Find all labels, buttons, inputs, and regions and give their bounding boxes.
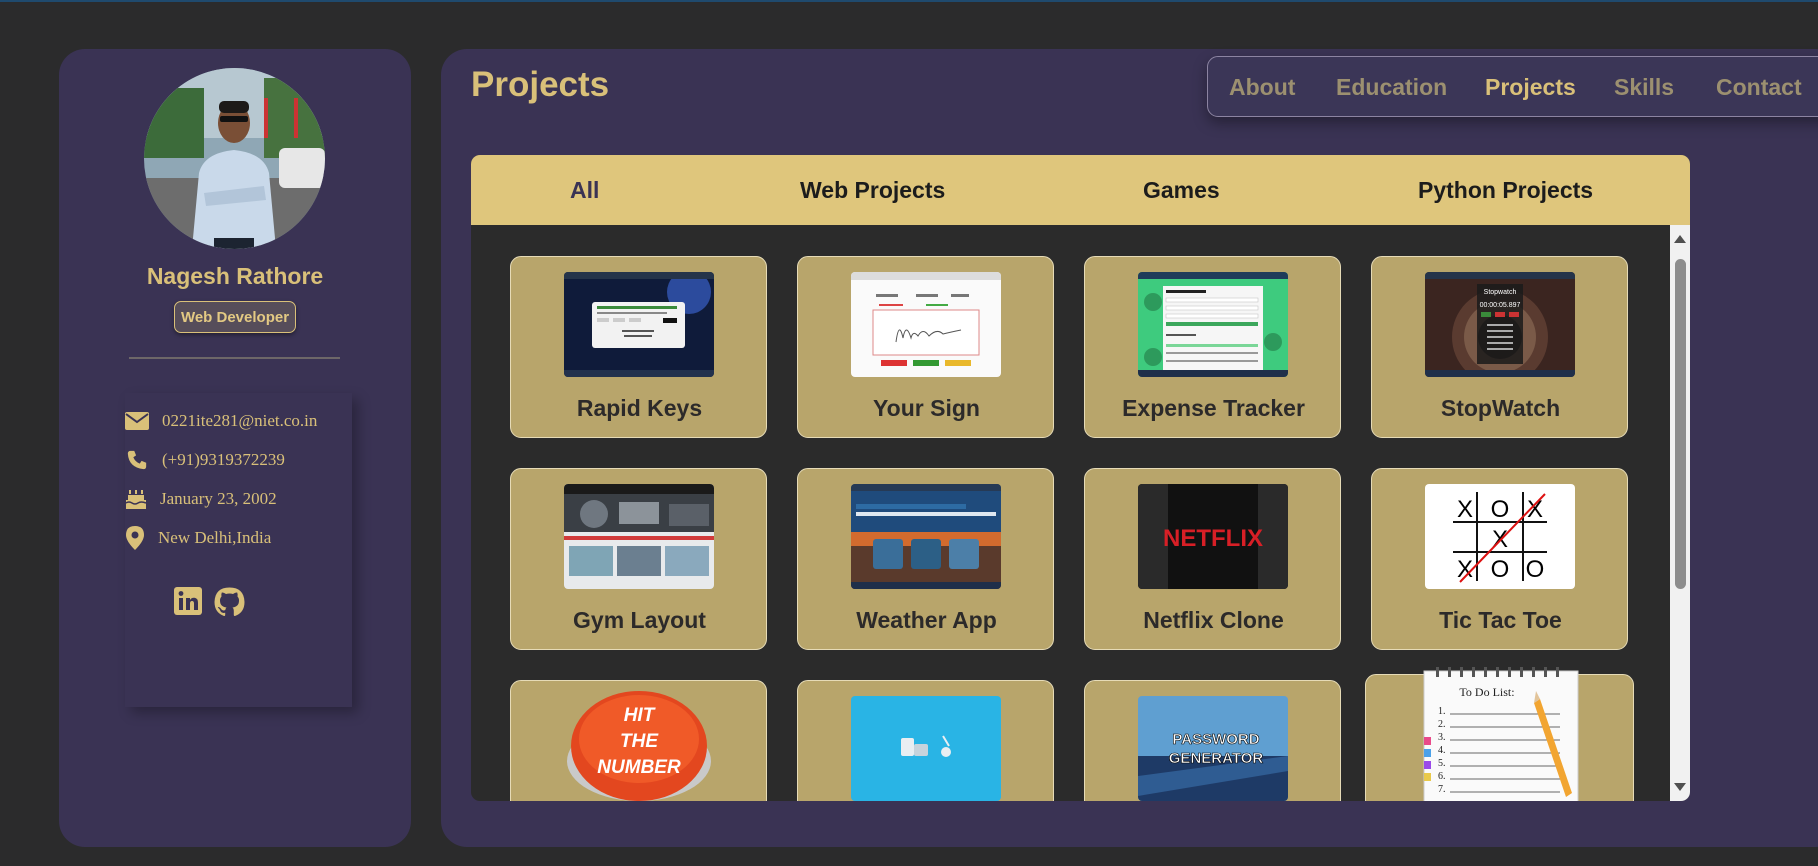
project-title: Netflix Clone <box>1143 607 1284 633</box>
phone-icon <box>127 450 147 470</box>
nav-about[interactable]: About <box>1229 74 1295 101</box>
profile-name: Nagesh Rathore <box>146 263 324 289</box>
contact-info-box: 0221ite281@niet.co.in (+91)9319372239 Ja… <box>125 393 352 707</box>
project-card-hit-the-number[interactable]: HIT THE NUMBER <box>510 680 767 801</box>
todo-title-text: To Do List: <box>1459 685 1514 699</box>
netflix-clone-thumbnail: NETFLIX <box>1138 484 1288 589</box>
todo-number: 7. <box>1438 784 1446 795</box>
todo-number: 5. <box>1438 758 1446 769</box>
project-card-weather-app[interactable]: Weather App <box>797 468 1054 650</box>
tab-all[interactable]: All <box>570 177 599 204</box>
project-title: Gym Layout <box>573 607 706 633</box>
netflix-logo-text: NETFLIX <box>1163 525 1263 552</box>
nav-projects[interactable]: Projects <box>1485 74 1576 101</box>
mail-icon <box>125 412 149 430</box>
scroll-down-arrow[interactable] <box>1674 783 1686 791</box>
weather-app-thumbnail <box>851 484 1001 589</box>
gym-layout-thumbnail <box>564 484 714 589</box>
todo-number: 3. <box>1438 732 1446 743</box>
project-card-python-app[interactable] <box>797 680 1054 801</box>
window-top-border <box>0 0 1818 2</box>
tab-games[interactable]: Games <box>1143 177 1220 204</box>
project-title: StopWatch <box>1440 395 1561 421</box>
nav-contact[interactable]: Contact <box>1716 74 1802 101</box>
project-card-your-sign[interactable]: Your Sign <box>797 256 1054 438</box>
page-title: Projects <box>471 65 610 104</box>
project-card-rapid-keys[interactable]: Rapid Keys <box>510 256 767 438</box>
filter-tabs: All Web Projects Games Python Projects <box>471 155 1690 225</box>
top-navigation: About Education Projects Skills Contact <box>1207 56 1818 117</box>
generator-text: GENERATOR <box>1169 750 1264 767</box>
contact-phone[interactable]: (+91)9319372239 <box>125 446 285 474</box>
contact-phone-text: (+91)9319372239 <box>162 450 285 469</box>
contact-location-text: New Delhi,India <box>158 528 272 547</box>
contact-birthday: January 23, 2002 <box>125 485 277 513</box>
tic-tac-toe-thumbnail: X O X X X O O <box>1425 484 1575 589</box>
expense-tracker-thumbnail <box>1138 272 1288 377</box>
stopwatch-thumbnail: Stopwatch 00:00:05.897 <box>1425 272 1575 377</box>
hit-the-number-thumbnail: HIT THE NUMBER <box>564 691 714 801</box>
todo-number: 2. <box>1438 719 1446 730</box>
project-title: Tic Tac Toe <box>1439 607 1562 633</box>
birthday-cake-icon <box>125 490 147 509</box>
project-card-tic-tac-toe[interactable]: X O X X X O O Tic Tac Toe <box>1371 468 1628 650</box>
projects-panel: Projects About Education Projects Skills… <box>441 49 1818 847</box>
contact-email-text: 0221ite281@niet.co.in <box>162 411 318 430</box>
project-card-stopwatch[interactable]: Stopwatch 00:00:05.897 StopWatch <box>1371 256 1628 438</box>
project-title: Weather App <box>856 607 997 633</box>
contact-email[interactable]: 0221ite281@niet.co.in <box>125 407 317 435</box>
project-title: Your Sign <box>873 395 980 421</box>
number-text: NUMBER <box>597 757 681 778</box>
project-card-netflix-clone[interactable]: NETFLIX Netflix Clone <box>1084 468 1341 650</box>
project-title: Rapid Keys <box>576 395 703 421</box>
avatar <box>144 68 325 249</box>
projects-content: All Web Projects Games Python Projects R… <box>471 155 1690 801</box>
nav-skills[interactable]: Skills <box>1614 74 1674 101</box>
svg-text:O: O <box>1526 556 1545 583</box>
role-badge: Web Developer <box>174 301 296 333</box>
svg-text:X: X <box>1457 556 1473 583</box>
the-text: THE <box>620 731 659 752</box>
stopwatch-time-text: 00:00:05.897 <box>1480 302 1521 309</box>
nav-education[interactable]: Education <box>1336 74 1447 101</box>
scroll-up-arrow[interactable] <box>1674 235 1686 243</box>
profile-sidebar: Nagesh Rathore Web Developer 0221ite281@… <box>59 49 411 847</box>
tab-web-projects[interactable]: Web Projects <box>800 177 945 204</box>
tab-python-projects[interactable]: Python Projects <box>1418 177 1593 204</box>
todo-list-thumbnail: To Do List: 1. 2. 3. 4. 5. 6. 7. <box>1422 667 1580 801</box>
password-text: PASSWORD <box>1172 731 1259 748</box>
python-app-thumbnail <box>851 696 1001 801</box>
vertical-scrollbar[interactable] <box>1670 225 1690 801</box>
svg-text:O: O <box>1491 556 1510 583</box>
project-title: Expense Tracker <box>1122 395 1305 421</box>
rapid-keys-thumbnail <box>564 272 714 377</box>
svg-text:X: X <box>1457 496 1473 523</box>
contact-birthday-text: January 23, 2002 <box>160 489 277 508</box>
project-card-password-generator[interactable]: PASSWORD GENERATOR <box>1084 680 1341 801</box>
linkedin-icon[interactable] <box>174 587 202 615</box>
divider <box>129 357 340 359</box>
scrollbar-thumb[interactable] <box>1675 259 1686 589</box>
project-card-gym-layout[interactable]: Gym Layout <box>510 468 767 650</box>
github-icon[interactable] <box>214 587 245 617</box>
todo-number: 6. <box>1438 771 1446 782</box>
todo-number: 4. <box>1438 745 1446 756</box>
svg-text:O: O <box>1491 496 1510 523</box>
your-sign-thumbnail <box>851 272 1001 377</box>
location-pin-icon <box>126 526 144 550</box>
project-card-todo-list[interactable]: To Do List: 1. 2. 3. 4. 5. 6. 7. <box>1365 667 1634 801</box>
password-generator-thumbnail: PASSWORD GENERATOR <box>1138 696 1288 801</box>
project-card-expense-tracker[interactable]: Expense Tracker <box>1084 256 1341 438</box>
stopwatch-title-text: Stopwatch <box>1484 289 1517 296</box>
hit-text: HIT <box>624 705 656 726</box>
contact-location: New Delhi,India <box>125 524 271 552</box>
todo-number: 1. <box>1438 706 1446 717</box>
